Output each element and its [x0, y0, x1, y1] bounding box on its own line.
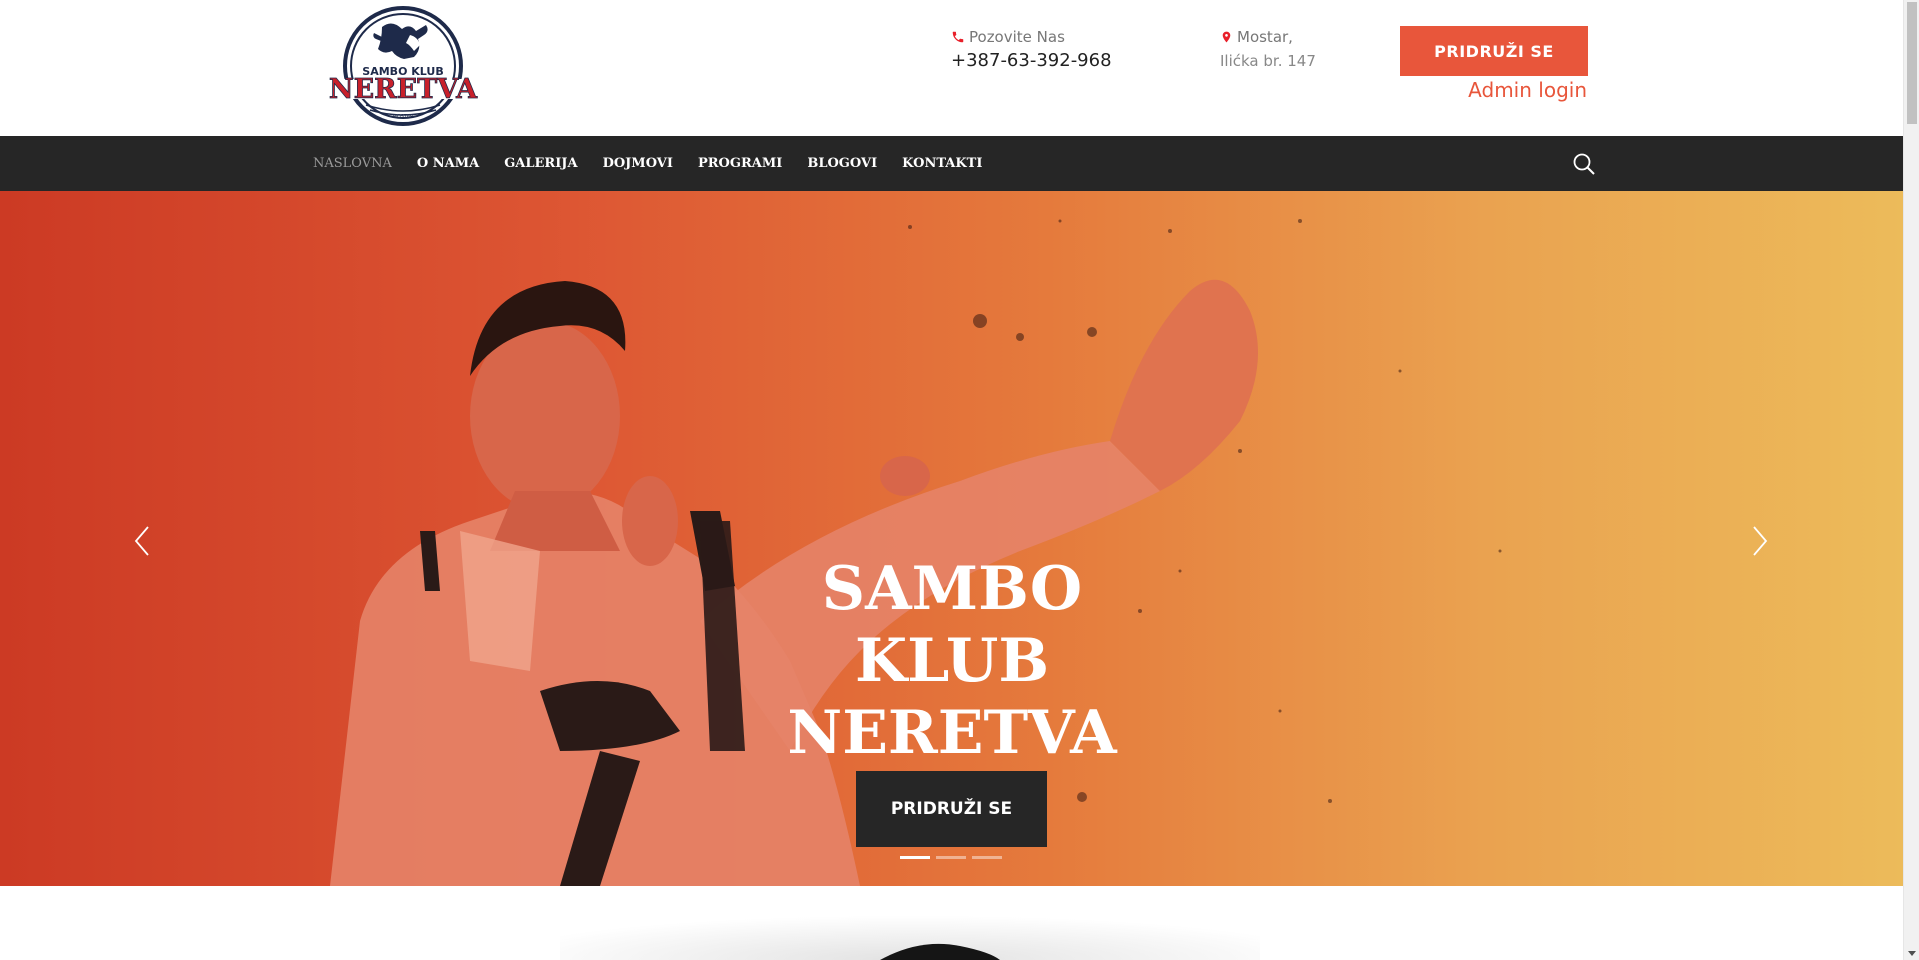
hero-title-line3: NERETVA [787, 698, 1117, 768]
about-section-preview [0, 886, 1903, 960]
hero-slider: SAMBO KLUB NERETVA PRIDRUŽI SE [0, 191, 1903, 886]
logo-main-text: NERETVA [329, 74, 478, 105]
phone-label: Pozovite Nas [969, 28, 1065, 46]
slider-dot-3[interactable] [972, 856, 1002, 859]
main-navbar: NASLOVNA O NAMA GALERIJA DOJMOVI PROGRAM… [0, 136, 1903, 191]
admin-login-link[interactable]: Admin login [1468, 78, 1587, 102]
hero-title-line1: SAMBO [821, 554, 1083, 624]
search-icon[interactable] [1571, 151, 1597, 177]
chevron-left-icon[interactable] [128, 521, 158, 561]
nav-menu: NASLOVNA O NAMA GALERIJA DOJMOVI PROGRAM… [313, 136, 1007, 191]
address-label-row: Mostar, [1220, 27, 1316, 47]
page-scrollbar[interactable] [1903, 0, 1919, 960]
slider-pagination [900, 856, 1002, 859]
phone-icon [952, 31, 964, 43]
phone-number[interactable]: +387-63-392-968 [951, 48, 1112, 74]
section-background-image [560, 886, 1260, 960]
nav-item-o-nama[interactable]: O NAMA [417, 156, 479, 171]
join-button-hero[interactable]: PRIDRUŽI SE [856, 771, 1047, 847]
nav-item-programi[interactable]: PROGRAMI [698, 156, 782, 171]
nav-item-naslovna[interactable]: NASLOVNA [313, 156, 392, 171]
address-line1: Mostar, [1237, 28, 1293, 46]
nav-item-kontakti[interactable]: KONTAKTI [902, 156, 982, 171]
nav-item-dojmovi[interactable]: DOJMOVI [603, 156, 673, 171]
logo-bottom-text: MOSTAR [393, 114, 415, 120]
address-line2: Ilićka br. 147 [1220, 52, 1316, 70]
join-button-header[interactable]: PRIDRUŽI SE [1400, 26, 1588, 76]
nav-item-galerija[interactable]: GALERIJA [504, 156, 577, 171]
phone-label-row: Pozovite Nas [951, 27, 1112, 47]
scroll-down-arrow-icon[interactable] [1908, 951, 1916, 956]
hero-title: SAMBO KLUB NERETVA [752, 553, 1152, 769]
hero-title-line2: KLUB [854, 626, 1050, 696]
address-block: Mostar, Ilićka br. 147 [1220, 27, 1316, 71]
map-pin-icon [1222, 31, 1231, 43]
nav-item-blogovi[interactable]: BLOGOVI [807, 156, 877, 171]
slider-dot-2[interactable] [936, 856, 966, 859]
phone-block: Pozovite Nas +387-63-392-968 [951, 27, 1112, 74]
scrollbar-thumb[interactable] [1907, 2, 1917, 124]
chevron-right-icon[interactable] [1744, 521, 1774, 561]
site-header: SAMBO KLUB NERETVA MOSTAR Pozovite Nas +… [0, 0, 1903, 136]
slider-dot-1[interactable] [900, 856, 930, 859]
club-logo[interactable]: SAMBO KLUB NERETVA MOSTAR [322, 5, 484, 127]
